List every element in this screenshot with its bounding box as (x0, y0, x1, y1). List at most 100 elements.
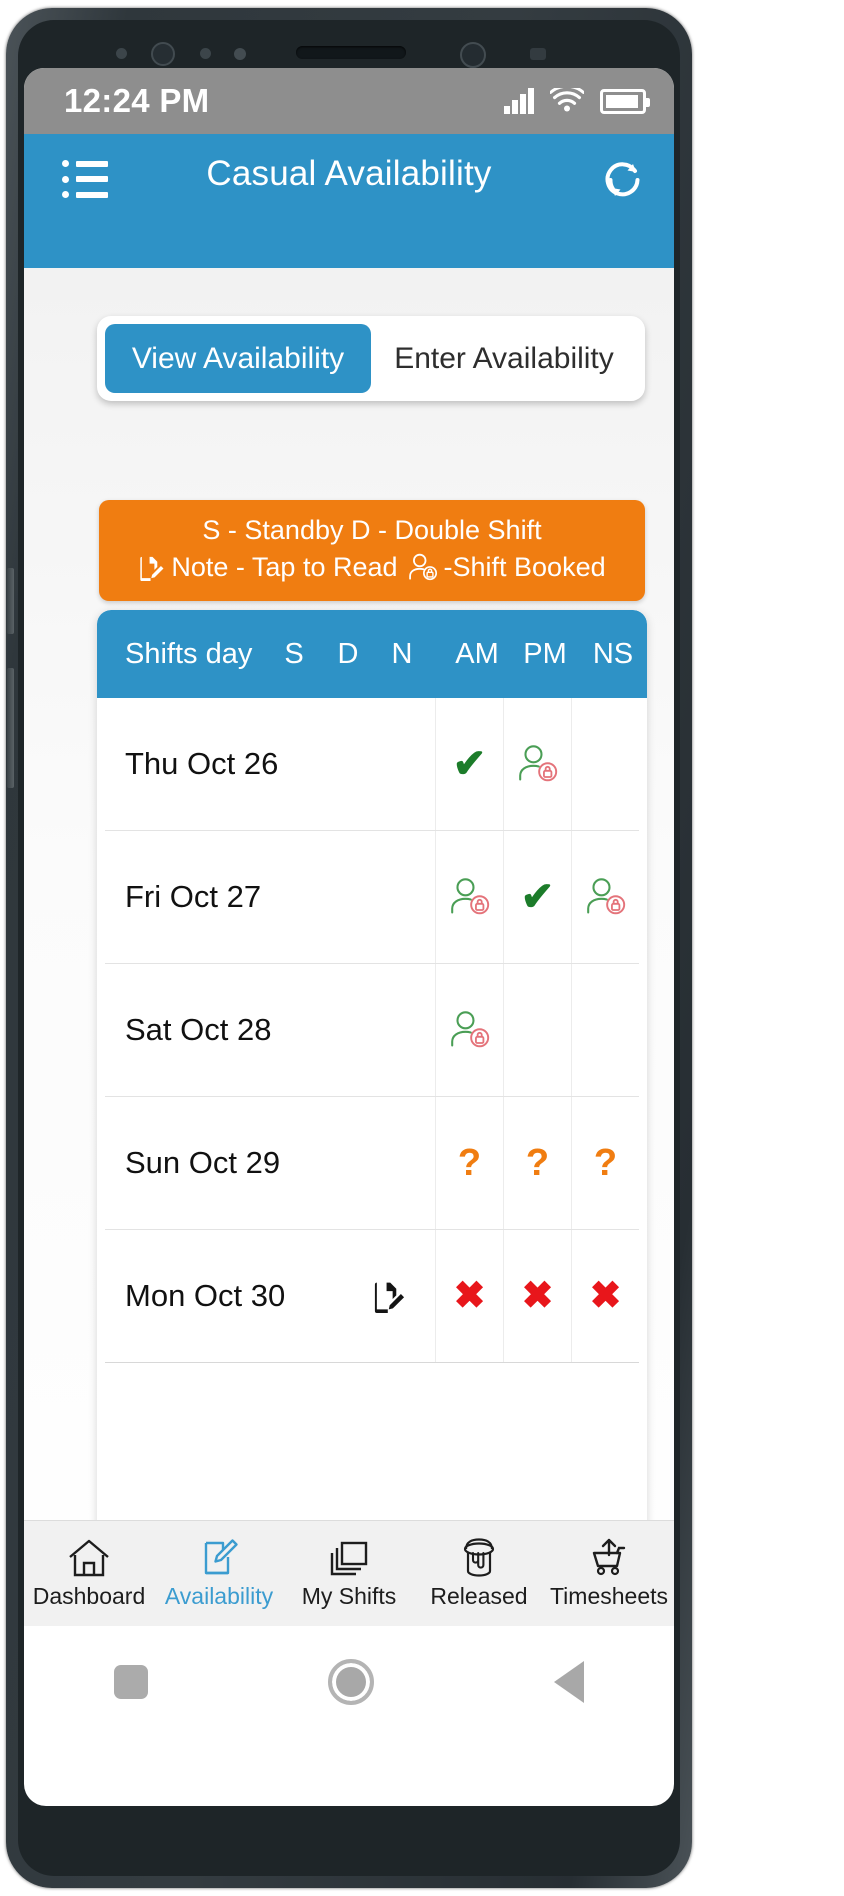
app-header: Casual Availability (24, 134, 674, 268)
android-system-nav (24, 1626, 674, 1738)
home-icon (69, 1539, 109, 1577)
volume-down-button[interactable] (7, 668, 14, 788)
note-edit-icon (140, 556, 164, 581)
nav-item-timesheets[interactable]: Timesheets (544, 1537, 674, 1610)
column-header-am: AM (455, 637, 499, 670)
status-clock: 12:24 PM (64, 82, 210, 119)
volume-up-button[interactable] (7, 568, 14, 634)
nav-label-my-shifts: My Shifts (301, 1583, 397, 1609)
cell-pm[interactable] (503, 698, 571, 830)
mark-unavailable-pm[interactable]: ✖ (522, 1277, 554, 1315)
battery-full-icon (600, 88, 650, 114)
square-recents-icon[interactable] (114, 1665, 148, 1699)
cell-day-label: Mon Oct 30 (125, 1278, 286, 1313)
nav-label-timesheets: Timesheets (549, 1583, 669, 1609)
person-lock-icon (517, 744, 557, 782)
nav-item-availability[interactable]: Availability (154, 1537, 284, 1610)
tab-enter-availability[interactable]: Enter Availability (371, 324, 637, 393)
table-header-row: Shifts day S D N AM PM NS (97, 610, 647, 698)
front-camera-icon (151, 42, 175, 66)
cell-am[interactable] (435, 964, 503, 1096)
column-header-pm: PM (523, 637, 567, 670)
column-header-sdn-group: S D N (267, 638, 429, 671)
table-body: Thu Oct 26 ✔ Fri Oct 27 ✔ Sat Oct 28 Sun Oct … (97, 698, 647, 1363)
shift-availability-table: Shifts day S D N AM PM NS Thu Oct 26 ✔ Fri… (97, 610, 647, 1600)
note-edit-icon[interactable] (372, 1279, 406, 1313)
sensor-dot-icon (234, 48, 246, 60)
wifi-icon (550, 87, 584, 111)
status-bar: 12:24 PM (24, 68, 674, 134)
cell-ns[interactable] (571, 698, 639, 830)
mark-unknown-pm[interactable]: ? (526, 1144, 549, 1182)
tab-view-availability[interactable]: View Availability (105, 324, 371, 393)
mark-unknown-ns[interactable]: ? (594, 1144, 617, 1182)
nav-item-released[interactable]: Released (414, 1537, 544, 1610)
nav-label-released: Released (430, 1583, 528, 1609)
cell-pm[interactable]: ? (503, 1097, 571, 1229)
earpiece-speaker (296, 46, 406, 59)
cell-ns[interactable]: ✖ (571, 1230, 639, 1362)
column-header-standby: S (284, 637, 304, 670)
cell-ns[interactable] (571, 831, 639, 963)
legend-booked-segment: -Shift Booked (408, 550, 606, 585)
legend-note-segment: Note - Tap to Read (138, 550, 398, 585)
cell-note[interactable] (343, 1279, 435, 1313)
cell-pm[interactable]: ✔ (503, 831, 571, 963)
hamburger-menu-icon[interactable] (62, 160, 108, 198)
legend-banner[interactable]: S - Standby D - Double Shift Note - Tap … (99, 500, 645, 601)
mark-available-am[interactable]: ✔ (453, 744, 487, 784)
cell-pm[interactable] (503, 964, 571, 1096)
nav-item-my-shifts[interactable]: My Shifts (284, 1537, 414, 1610)
mark-available-pm[interactable]: ✔ (521, 877, 555, 917)
app-body: S - Standby D - Double Shift Note - Tap … (24, 268, 674, 1738)
person-lock-icon (449, 877, 489, 915)
cart-upload-icon (592, 1538, 626, 1576)
legend-line-abbreviations: S - Standby D - Double Shift (202, 515, 542, 545)
triangle-back-icon[interactable] (554, 1661, 584, 1703)
phone-device-frame: 12:24 PM Casual Availability View Availa… (0, 0, 844, 1896)
cell-ns[interactable]: ? (571, 1097, 639, 1229)
table-row[interactable]: Thu Oct 26 ✔ (105, 698, 639, 831)
table-row[interactable]: Mon Oct 30 ✖ ✖ ✖ (105, 1230, 639, 1363)
cell-day-label: Sun Oct 29 (125, 1145, 281, 1180)
phone-screen: 12:24 PM Casual Availability View Availa… (24, 68, 674, 1806)
circle-home-icon[interactable] (328, 1659, 374, 1705)
nav-item-dashboard[interactable]: Dashboard (24, 1537, 154, 1610)
availability-tab-switch[interactable]: View Availability Enter Availability (97, 316, 645, 401)
cell-am[interactable]: ✖ (435, 1230, 503, 1362)
legend-booked-text: -Shift Booked (443, 551, 606, 582)
cell-am[interactable]: ? (435, 1097, 503, 1229)
table-row[interactable]: Fri Oct 27 ✔ (105, 831, 639, 964)
person-lock-icon (449, 1010, 489, 1048)
nav-label-dashboard: Dashboard (32, 1583, 146, 1609)
column-header-night: N (391, 637, 413, 670)
mark-unknown-am[interactable]: ? (458, 1144, 481, 1182)
legend-line-icons: Note - Tap to Read -Shift Booked (105, 550, 639, 585)
mark-unavailable-ns[interactable]: ✖ (590, 1277, 622, 1315)
nav-label-availability: Availability (164, 1583, 274, 1609)
pencil-note-icon (204, 1539, 238, 1575)
cell-am[interactable]: ✔ (435, 698, 503, 830)
proximity-sensor-icon (530, 48, 546, 60)
status-icon-group (504, 87, 650, 115)
signal-bars-icon (504, 88, 534, 114)
layers-icon (330, 1541, 368, 1576)
column-header-double: D (337, 637, 359, 670)
page-title: Casual Availability (206, 154, 492, 193)
table-row[interactable]: Sat Oct 28 (105, 964, 639, 1097)
front-camera-icon (460, 42, 486, 68)
cell-day-label: Thu Oct 26 (125, 746, 279, 781)
paint-bucket-icon (463, 1538, 495, 1577)
refresh-icon[interactable] (602, 158, 646, 202)
cell-am[interactable] (435, 831, 503, 963)
sensor-dot-icon (116, 48, 127, 59)
cell-day-label: Sat Oct 28 (125, 1012, 272, 1047)
legend-note-text: Note - Tap to Read (171, 551, 398, 582)
cell-pm[interactable]: ✖ (503, 1230, 571, 1362)
mark-unavailable-am[interactable]: ✖ (454, 1277, 486, 1315)
person-lock-icon (408, 553, 437, 580)
column-header-ns: NS (592, 637, 634, 670)
cell-ns[interactable] (571, 964, 639, 1096)
table-row[interactable]: Sun Oct 29??? (105, 1097, 639, 1230)
sensor-dot-icon (200, 48, 211, 59)
